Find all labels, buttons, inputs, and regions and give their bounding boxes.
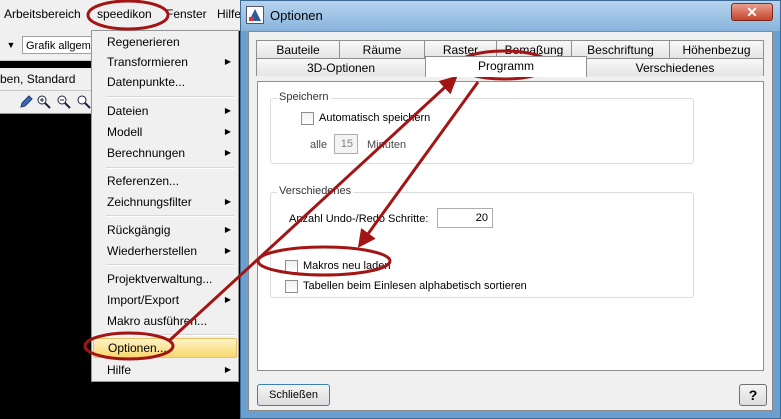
menu-item-berechnungen[interactable]: Berechnungen ▶: [93, 143, 237, 163]
menu-item-makro-ausfuehren[interactable]: Makro ausführen...: [93, 311, 237, 331]
close-icon[interactable]: ✕: [731, 3, 773, 21]
zoom-out-icon[interactable]: [56, 94, 72, 110]
tab-hoehenbezug[interactable]: Höhenbezug: [669, 40, 764, 58]
menu-item-transformieren[interactable]: Transformieren ▶: [93, 52, 237, 72]
speichern-group-title: Speichern: [277, 91, 331, 103]
menu-item-wiederherstellen[interactable]: Wiederherstellen ▶: [93, 241, 237, 261]
dialog-titlebar[interactable]: Optionen ✕: [241, 1, 780, 31]
options-dialog: Optionen ✕ Bauteile Räume Raster Bemaßun…: [240, 0, 781, 419]
submenu-arrow-icon: ▶: [224, 127, 231, 136]
minutes-input[interactable]: 15: [334, 134, 358, 154]
tab-3d-optionen[interactable]: 3D-Optionen: [256, 58, 426, 76]
submenu-arrow-icon: ▶: [224, 106, 231, 115]
tab-verschiedenes[interactable]: Verschiedenes: [586, 58, 764, 76]
verschiedenes-group-title: Verschiedenes: [277, 185, 354, 197]
sort-tables-checkbox[interactable]: [285, 280, 298, 293]
undo-redo-label: Anzahl Undo-/Redo Schritte:: [289, 213, 429, 225]
menu-separator: [106, 215, 234, 217]
chevron-down-icon[interactable]: ▼: [4, 36, 18, 54]
submenu-arrow-icon: ▶: [224, 246, 231, 255]
speichern-group: Speichern Automatisch speichern alle 15 …: [270, 91, 694, 164]
layer-status: ben, Standard: [0, 68, 100, 91]
menu-item-datenpunkte[interactable]: Datenpunkte...: [93, 72, 237, 92]
submenu-arrow-icon: ▶: [224, 197, 231, 206]
menu-item-dateien[interactable]: Dateien ▶: [93, 101, 237, 121]
sort-tables-label: Tabellen beim Einlesen alphabetisch sort…: [303, 280, 527, 292]
menubar-hilfe[interactable]: Hilfe: [217, 7, 241, 21]
menu-item-referenzen[interactable]: Referenzen...: [93, 171, 237, 191]
menubar-arbeitsbereich[interactable]: Arbeitsbereich: [4, 7, 81, 21]
submenu-arrow-icon: ▶: [224, 57, 231, 66]
menubar-speedikon[interactable]: speedikon: [97, 7, 152, 21]
menu-item-modell[interactable]: Modell ▶: [93, 122, 237, 142]
pencil-icon[interactable]: [18, 94, 34, 110]
speedikon-menu: Regenerieren Transformieren ▶ Datenpunkte…: [91, 30, 239, 382]
close-dialog-button[interactable]: Schließen: [257, 384, 330, 406]
macros-reload-label: Makros neu laden: [303, 260, 391, 272]
help-button[interactable]: ?: [739, 384, 767, 406]
zoom-in-icon[interactable]: [36, 94, 52, 110]
tab-raeume[interactable]: Räume: [339, 40, 425, 58]
macros-reload-checkbox[interactable]: [285, 260, 298, 273]
submenu-arrow-icon: ▶: [224, 365, 231, 374]
submenu-arrow-icon: ▶: [224, 148, 231, 157]
tool-icon-strip: [0, 91, 100, 114]
auto-save-label: Automatisch speichern: [319, 112, 431, 124]
tab-bauteile[interactable]: Bauteile: [256, 40, 340, 58]
app-icon: [246, 6, 264, 24]
submenu-arrow-icon: ▶: [224, 295, 231, 304]
drawing-canvas[interactable]: [0, 114, 100, 419]
menu-item-import-export[interactable]: Import/Export ▶: [93, 290, 237, 310]
every-label: alle: [310, 139, 328, 151]
menubar-fenster[interactable]: Fenster: [166, 7, 207, 21]
menu-item-zeichnungsfilter[interactable]: Zeichnungsfilter ▶: [93, 192, 237, 212]
menu-separator: [106, 334, 234, 336]
menu-separator: [106, 167, 234, 169]
auto-save-checkbox[interactable]: [301, 112, 314, 125]
dialog-body: Bauteile Räume Raster Bemaßung Beschrift…: [248, 31, 773, 411]
tab-programm[interactable]: Programm: [425, 56, 587, 77]
dialog-title: Optionen: [270, 8, 323, 23]
menu-separator: [106, 96, 234, 98]
verschiedenes-group: Verschiedenes Anzahl Undo-/Redo Schritte…: [270, 185, 694, 298]
minutes-label: Minuten: [367, 139, 407, 151]
menu-item-optionen[interactable]: Optionen...: [93, 338, 237, 358]
menu-item-rueckgaengig[interactable]: Rückgängig ▶: [93, 220, 237, 240]
programm-panel: Speichern Automatisch speichern alle 15 …: [257, 81, 764, 371]
grafik-combo[interactable]: Grafik allgemein: [22, 36, 100, 54]
submenu-arrow-icon: ▶: [224, 225, 231, 234]
menu-item-regenerieren[interactable]: Regenerieren: [93, 32, 237, 52]
zoom-window-icon[interactable]: [76, 94, 92, 110]
menu-item-hilfe[interactable]: Hilfe ▶: [93, 360, 237, 380]
menu-item-projektverwaltung[interactable]: Projektverwaltung...: [93, 269, 237, 289]
menu-separator: [106, 264, 234, 266]
undo-redo-input[interactable]: 20: [437, 208, 493, 228]
